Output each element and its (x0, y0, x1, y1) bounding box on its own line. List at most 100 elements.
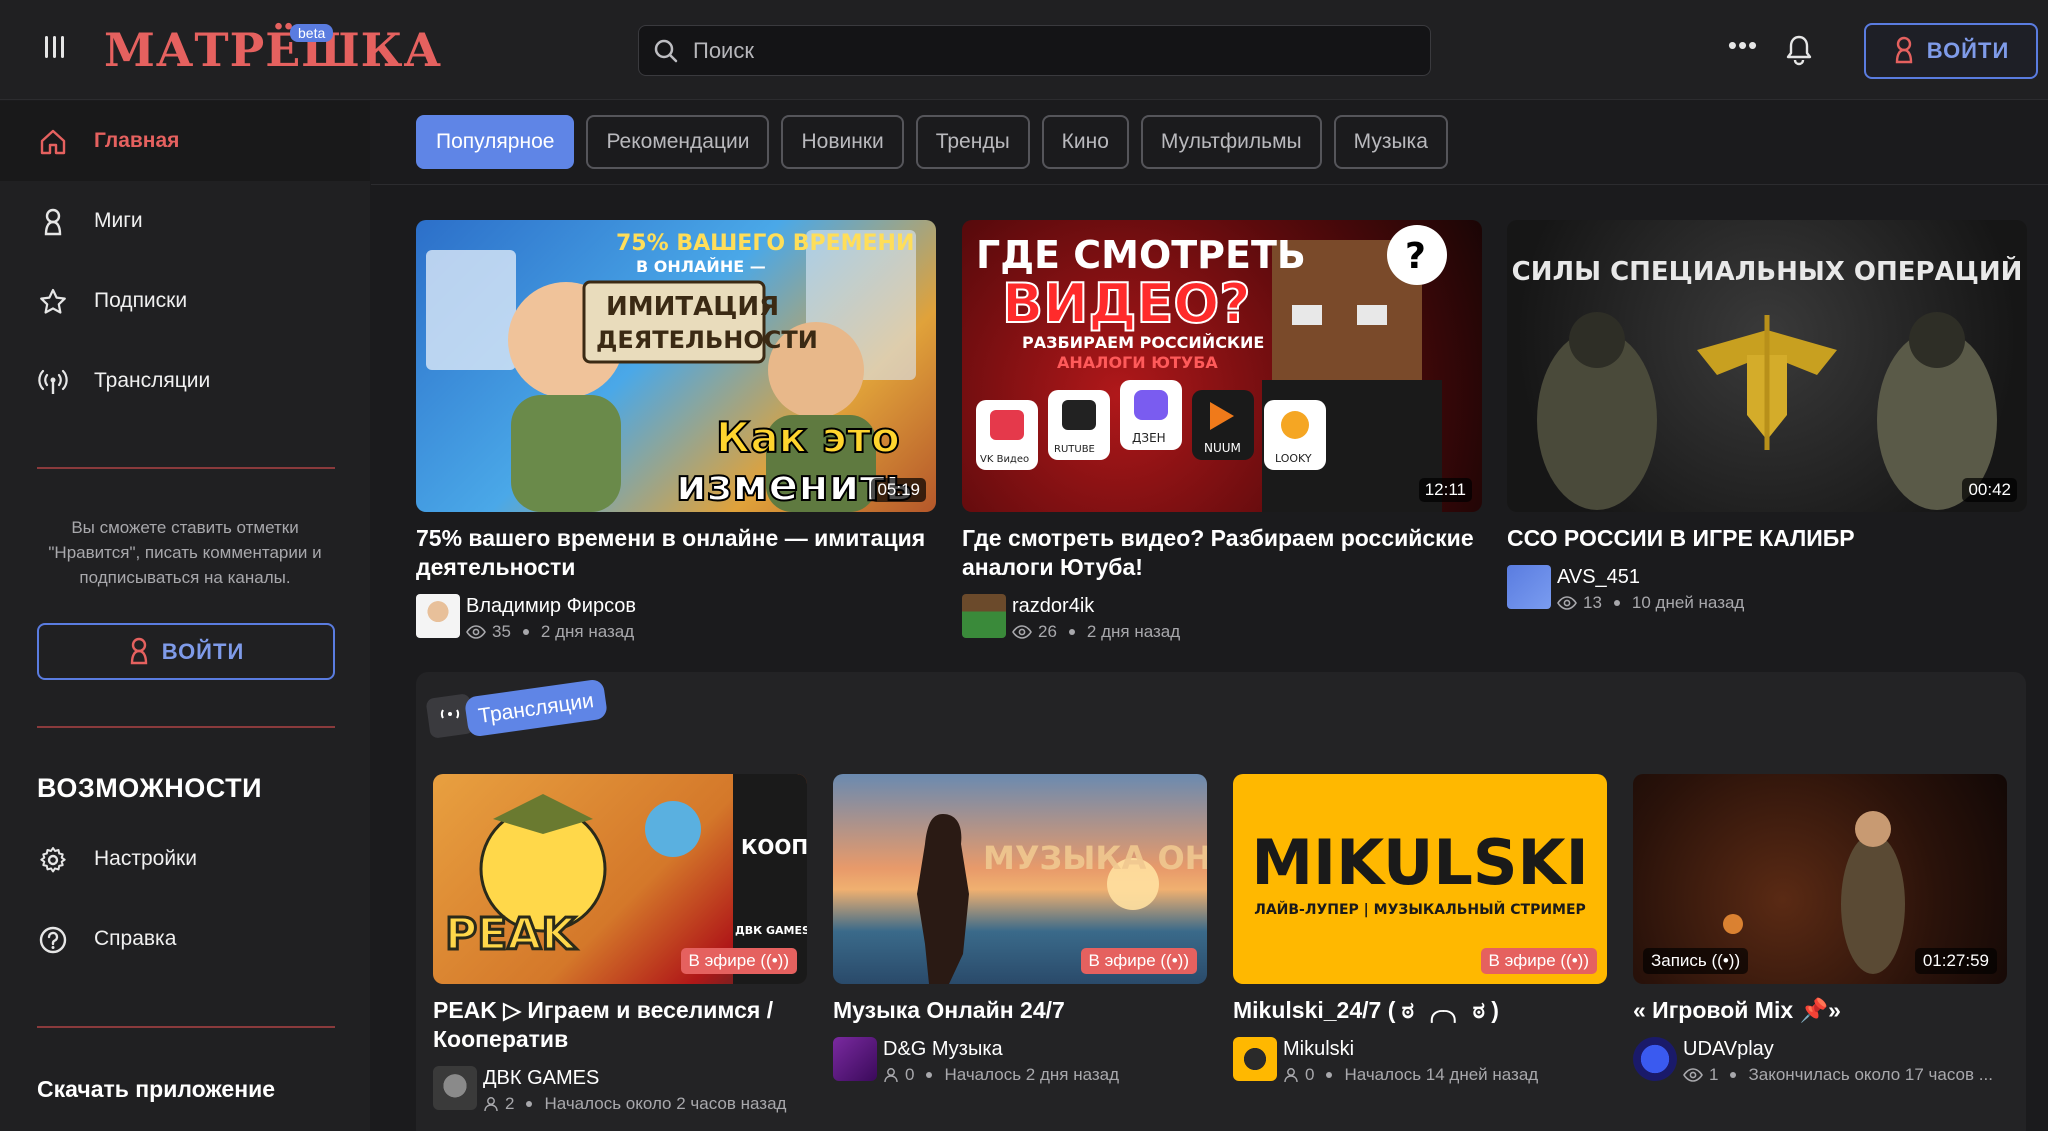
stream-stats: 0 Началось 2 дня назад (883, 1065, 1119, 1085)
search-bar[interactable] (638, 25, 1431, 76)
sidebar-divider (37, 726, 335, 728)
video-thumbnail[interactable]: СИЛЫ СПЕЦИАЛЬНЫХ ОПЕРАЦИЙ 00:42 (1507, 220, 2027, 512)
sidebar-divider (37, 1026, 335, 1028)
view-count: 26 (1038, 622, 1057, 641)
thumbnail-art: ? ГДЕ СМОТРЕТЬ ВИДЕО? РАЗБИРАЕМ РОССИЙСК… (976, 225, 1447, 512)
video-stats: 35 2 дня назад (466, 622, 636, 642)
notifications-bell-icon[interactable] (1784, 34, 1814, 71)
stream-meta: D&G Музыка 0 Началось 2 дня назад (833, 1037, 1207, 1085)
sidebar-item-broadcasts[interactable]: Трансляции (0, 341, 370, 421)
thumb-text: ВИДЕО? (1002, 272, 1251, 335)
tab-music[interactable]: Музыка (1333, 115, 1448, 169)
channel-avatar[interactable] (416, 594, 460, 638)
tab-new[interactable]: Новинки (781, 115, 904, 169)
video-thumbnail[interactable]: 75% ВАШЕГО ВРЕМЕНИ В ОНЛАЙНЕ — ИМИТАЦИЯ … (416, 220, 936, 512)
publish-date: 2 дня назад (540, 622, 635, 641)
channel-name[interactable]: AVS_451 (1557, 565, 1744, 589)
view-count: 13 (1583, 593, 1602, 612)
channel-name[interactable]: ДВК GAMES (483, 1066, 786, 1090)
logo[interactable]: МАТРЁШКА beta (104, 18, 442, 82)
video-stats: 26 2 дня назад (1012, 622, 1180, 642)
viewer-count: 0 (1305, 1065, 1315, 1084)
stream-thumbnail[interactable]: MIKULSKI ЛАЙВ-ЛУПЕР | МУЗЫКАЛЬНЫЙ СТРИМЕ… (1233, 774, 1607, 984)
view-count: 35 (492, 622, 511, 641)
logo-text: МАТРЁШКА (104, 23, 442, 77)
live-badge: В эфире ((•)) (1480, 948, 1597, 974)
sidebar-login-button[interactable]: ВОЙТИ (37, 623, 335, 680)
stream-title[interactable]: PEAK ▷ Играем и веселимся / Кооператив (433, 996, 807, 1054)
channel-avatar[interactable] (962, 594, 1006, 638)
stream-thumbnail[interactable]: Запись ((•)) 01:27:59 (1633, 774, 2007, 984)
thumb-text: 75% ВАШЕГО ВРЕМЕНИ (616, 231, 914, 256)
streams-badge[interactable]: Трансляции (426, 672, 616, 738)
publish-date: 2 дня назад (1086, 622, 1181, 641)
thumb-text: ЛАЙВ-ЛУПЕР | МУЗЫКАЛЬНЫЙ СТРИМЕР (1254, 901, 1586, 918)
features-heading: ВОЗМОЖНОСТИ (37, 773, 263, 803)
channel-name[interactable]: razdor4ik (1012, 594, 1180, 618)
stream-title[interactable]: « Игровой Mix 📌» (1633, 996, 2007, 1025)
stream-meta: UDAVplay 1 Закончилась около 17 часов ..… (1633, 1037, 2007, 1085)
stream-card[interactable]: Запись ((•)) 01:27:59 « Игровой Mix 📌» U… (1633, 774, 2007, 1085)
tab-popular[interactable]: Популярное (416, 115, 575, 169)
sidebar: Главная Миги Подписки Трансляции Вы смож… (0, 101, 370, 1131)
eye-icon (1557, 596, 1577, 610)
sidebar-item-label: Миги (94, 209, 143, 232)
video-card[interactable]: ? ГДЕ СМОТРЕТЬ ВИДЕО? РАЗБИРАЕМ РОССИЙСК… (962, 220, 1482, 642)
channel-name[interactable]: Mikulski (1283, 1037, 1538, 1061)
channel-name[interactable]: Владимир Фирсов (466, 594, 636, 618)
search-input[interactable] (693, 37, 1393, 64)
tab-recommendations[interactable]: Рекомендации (586, 115, 770, 169)
top-header: МАТРЁШКА beta ••• ВОЙТИ (0, 0, 2048, 100)
tabs-divider (371, 184, 2048, 185)
channel-avatar[interactable] (1507, 565, 1551, 609)
channel-avatar[interactable] (1633, 1037, 1677, 1081)
video-title[interactable]: 75% вашего времени в онлайне — имитация … (416, 524, 936, 582)
channel-name[interactable]: D&G Музыка (883, 1037, 1119, 1061)
viewer-count: 2 (505, 1094, 515, 1113)
login-button[interactable]: ВОЙТИ (1864, 23, 2038, 79)
stream-card[interactable]: MIKULSKI ЛАЙВ-ЛУПЕР | МУЗЫКАЛЬНЫЙ СТРИМЕ… (1233, 774, 1607, 1085)
thumb-text: LOOKY (1275, 452, 1312, 465)
viewer-icon (884, 1068, 898, 1083)
video-card[interactable]: СИЛЫ СПЕЦИАЛЬНЫХ ОПЕРАЦИЙ 00:42 ССО РОСС… (1507, 220, 2027, 613)
tab-movies[interactable]: Кино (1041, 115, 1129, 169)
video-duration: 05:19 (871, 478, 926, 502)
video-card[interactable]: 75% ВАШЕГО ВРЕМЕНИ В ОНЛАЙНЕ — ИМИТАЦИЯ … (416, 220, 936, 642)
video-thumbnail[interactable]: ? ГДЕ СМОТРЕТЬ ВИДЕО? РАЗБИРАЕМ РОССИЙСК… (962, 220, 1482, 512)
channel-avatar[interactable] (433, 1066, 477, 1110)
sidebar-item-label: Главная (94, 129, 180, 152)
sidebar-item-home[interactable]: Главная (0, 101, 370, 181)
eye-icon (466, 625, 486, 639)
stream-thumbnail[interactable]: МУЗЫКА ОНЛАЙН В эфире ((•)) (833, 774, 1207, 984)
viewer-count: 1 (1709, 1065, 1719, 1084)
tab-cartoons[interactable]: Мультфильмы (1140, 115, 1322, 169)
stream-card[interactable]: МУЗЫКА ОНЛАЙН В эфире ((•)) Музыка Онлай… (833, 774, 1207, 1085)
thumb-text: ДЗЕН (1132, 431, 1166, 445)
tab-trends[interactable]: Тренды (915, 115, 1030, 169)
thumbnail-art: СИЛЫ СПЕЦИАЛЬНЫХ ОПЕРАЦИЙ (1512, 255, 2022, 510)
sidebar-item-help[interactable]: Справка (0, 899, 370, 979)
video-meta: AVS_451 13 10 дней назад (1507, 565, 2027, 613)
channel-avatar[interactable] (1233, 1037, 1277, 1081)
hamburger-menu-button[interactable] (40, 36, 68, 64)
stream-meta: Mikulski 0 Началось 14 дней назад (1233, 1037, 1607, 1085)
sidebar-item-label: Настройки (94, 847, 197, 870)
thumb-text: В ОНЛАЙНЕ — (636, 257, 766, 276)
stream-card[interactable]: PEAK КООП ДВК GAMES В эфире ((•)) PEAK ▷… (433, 774, 807, 1114)
broadcast-icon (38, 369, 68, 394)
channel-avatar[interactable] (833, 1037, 877, 1081)
download-app-link[interactable]: Скачать приложение (37, 1076, 275, 1103)
thumb-text: КООП (741, 835, 807, 859)
stream-thumbnail[interactable]: PEAK КООП ДВК GAMES В эфире ((•)) (433, 774, 807, 984)
video-title[interactable]: Где смотреть видео? Разбираем российские… (962, 524, 1482, 582)
video-title[interactable]: ССО РОССИИ В ИГРЕ КАЛИБР (1507, 524, 2027, 553)
matryoshka-icon (1895, 36, 1912, 64)
more-options-icon[interactable]: ••• (1726, 32, 1760, 62)
stream-title[interactable]: Музыка Онлайн 24/7 (833, 996, 1207, 1025)
star-icon (40, 288, 66, 314)
sidebar-item-settings[interactable]: Настройки (0, 819, 370, 899)
sidebar-item-migi[interactable]: Миги (0, 181, 370, 261)
channel-name[interactable]: UDAVplay (1683, 1037, 1993, 1061)
sidebar-item-subscriptions[interactable]: Подписки (0, 261, 370, 341)
stream-title[interactable]: Mikulski_24/7 ( ಠ ╭╮ ಠ ) (1233, 996, 1607, 1025)
